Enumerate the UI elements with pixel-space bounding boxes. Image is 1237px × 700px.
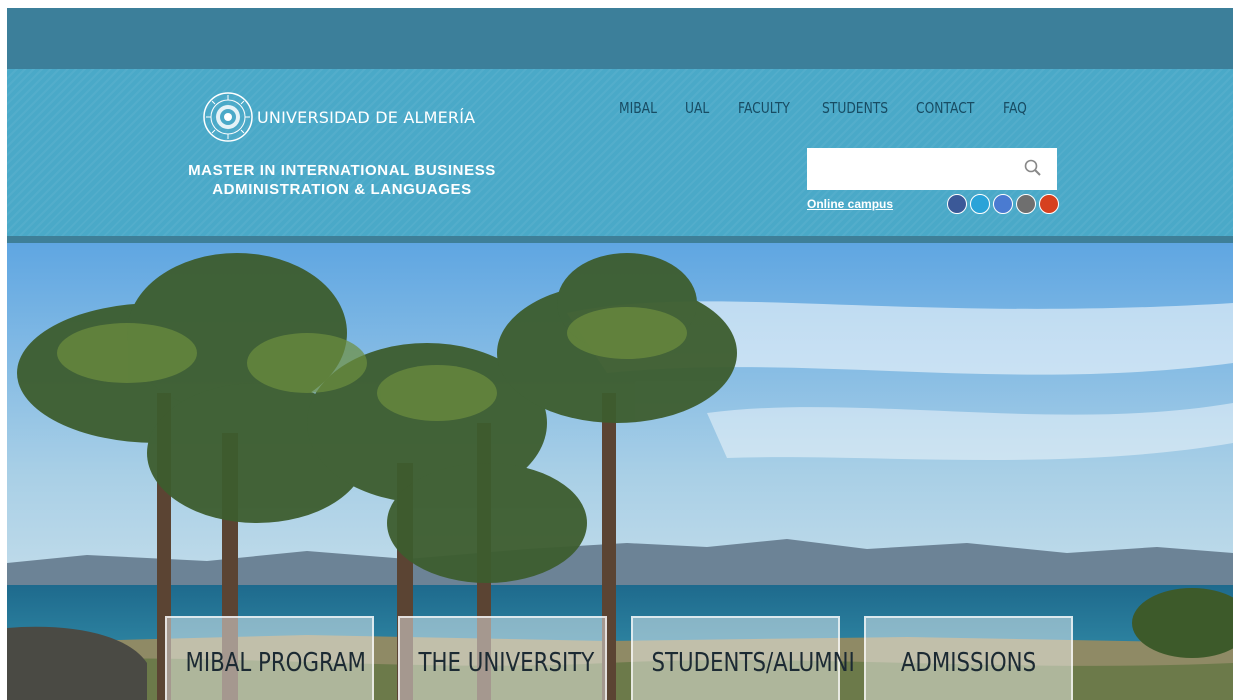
search-box bbox=[807, 148, 1057, 190]
facebook-icon[interactable] bbox=[947, 194, 967, 214]
hero-image: MIBAL PROGRAM THE UNIVERSITY STUDENTS/AL… bbox=[7, 243, 1233, 700]
twitter-icon[interactable] bbox=[970, 194, 990, 214]
nav-contact[interactable]: CONTACT bbox=[916, 99, 974, 117]
tile-mibal-program[interactable]: MIBAL PROGRAM bbox=[165, 616, 374, 700]
master-title-line2: ADMINISTRATION & LANGUAGES bbox=[212, 181, 472, 198]
google-icon[interactable] bbox=[993, 194, 1013, 214]
tile-label: STUDENTS/ALUMNI bbox=[651, 648, 855, 678]
nav-students[interactable]: STUDENTS bbox=[822, 99, 888, 117]
master-title-line1: MASTER IN INTERNATIONAL BUSINESS bbox=[188, 162, 496, 179]
social-icons bbox=[947, 194, 1059, 214]
main-nav: MIBAL UAL FACULTY STUDENTS CONTACT FAQ bbox=[619, 99, 1043, 118]
online-campus-link[interactable]: Online campus bbox=[807, 197, 893, 211]
tile-label: THE UNIVERSITY bbox=[418, 648, 595, 678]
header-divider bbox=[7, 236, 1233, 243]
master-title: MASTER IN INTERNATIONAL BUSINESS ADMINIS… bbox=[157, 161, 527, 199]
university-name: UNIVERSIDAD DE ALMERÍA bbox=[257, 107, 476, 127]
nav-ual[interactable]: UAL bbox=[685, 99, 709, 117]
youtube-icon[interactable] bbox=[1039, 194, 1059, 214]
page-frame: UNIVERSIDAD DE ALMERÍA MASTER IN INTERNA… bbox=[7, 8, 1233, 700]
tile-label: ADMISSIONS bbox=[900, 648, 1037, 678]
tile-the-university[interactable]: THE UNIVERSITY bbox=[398, 616, 607, 700]
top-bar bbox=[7, 8, 1233, 69]
university-logo[interactable]: UNIVERSIDAD DE ALMERÍA bbox=[203, 91, 475, 143]
tile-label: MIBAL PROGRAM bbox=[185, 648, 366, 678]
nav-faq[interactable]: FAQ bbox=[1003, 99, 1027, 117]
wordpress-icon[interactable] bbox=[1016, 194, 1036, 214]
university-seal-icon bbox=[203, 92, 253, 142]
search-input[interactable] bbox=[807, 148, 1023, 188]
tile-students-alumni[interactable]: STUDENTS/ALUMNI bbox=[631, 616, 855, 700]
nav-mibal[interactable]: MIBAL bbox=[619, 99, 657, 117]
tile-admissions[interactable]: ADMISSIONS bbox=[864, 616, 1073, 700]
search-icon[interactable] bbox=[1023, 158, 1043, 178]
site-header: UNIVERSIDAD DE ALMERÍA MASTER IN INTERNA… bbox=[7, 69, 1233, 236]
nav-faculty[interactable]: FACULTY bbox=[738, 99, 790, 117]
